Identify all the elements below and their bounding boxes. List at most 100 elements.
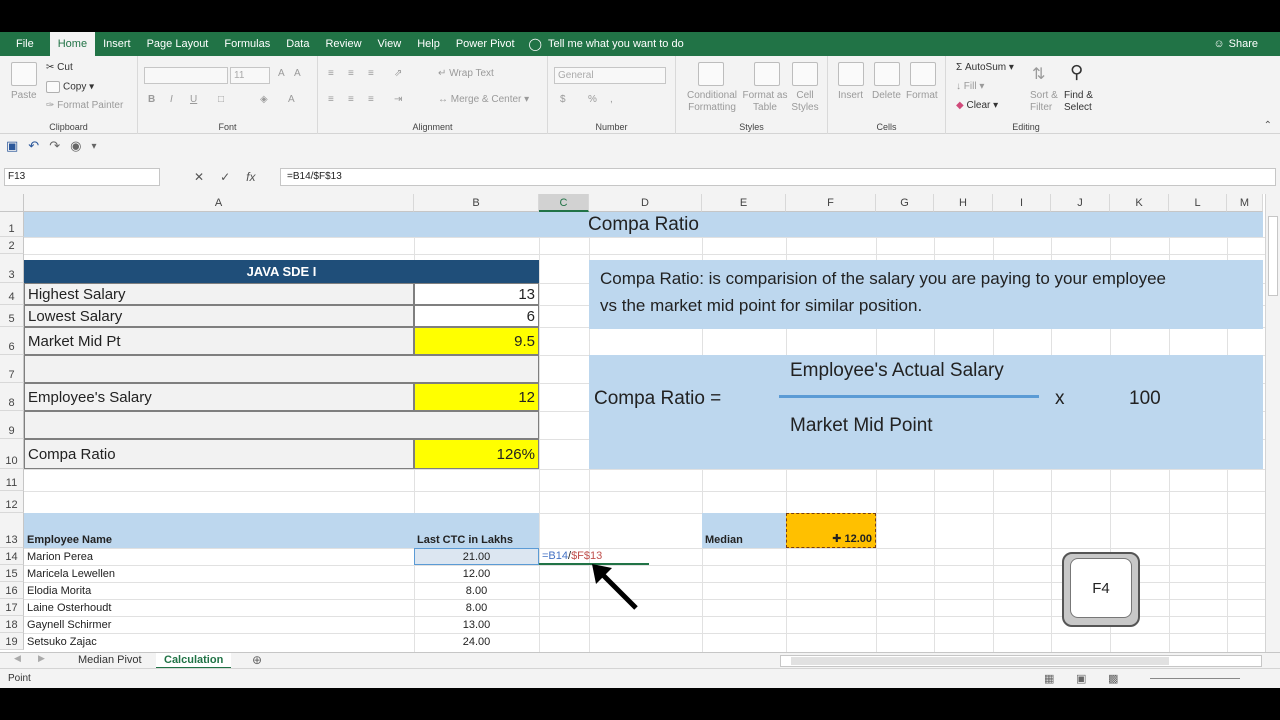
bold-button[interactable]: B: [148, 94, 155, 105]
conditional-formatting-button[interactable]: Conditional Formatting: [680, 90, 744, 114]
tab-file[interactable]: File: [0, 32, 50, 56]
orientation-icon[interactable]: ⇗: [394, 68, 402, 79]
copy-button[interactable]: Copy ▾: [46, 81, 94, 93]
next-sheet-icon[interactable]: ▶: [38, 653, 45, 664]
employee-ctc-6[interactable]: 24.00: [414, 633, 539, 650]
enter-icon[interactable]: ✓: [220, 170, 230, 184]
row-header-12[interactable]: 12: [0, 491, 24, 513]
tab-review[interactable]: Review: [317, 32, 369, 56]
median-value-cell[interactable]: ✚ 12.00: [786, 513, 876, 548]
number-format-combo[interactable]: General: [554, 67, 666, 84]
align-center-icon[interactable]: ≡: [348, 94, 354, 105]
percent-button[interactable]: %: [588, 94, 597, 105]
row-header-5[interactable]: 5: [0, 305, 24, 327]
italic-button[interactable]: I: [170, 94, 173, 105]
column-header-f[interactable]: F: [786, 194, 876, 212]
merge-center-button[interactable]: ↔ Merge & Center ▾: [438, 94, 529, 105]
column-header-l[interactable]: L: [1169, 194, 1227, 212]
employee-ctc-5[interactable]: 13.00: [414, 616, 539, 633]
column-header-c[interactable]: C: [539, 194, 589, 212]
fx-icon[interactable]: fx: [246, 170, 255, 184]
tell-me-box[interactable]: ◯ Tell me what you want to do: [529, 37, 684, 51]
column-header-j[interactable]: J: [1051, 194, 1110, 212]
insert-cells-button[interactable]: Insert: [838, 90, 863, 101]
underline-button[interactable]: U: [190, 94, 197, 105]
camera-icon[interactable]: ◉: [70, 138, 81, 154]
h-scroll-thumb[interactable]: [791, 657, 1169, 665]
column-header-b[interactable]: B: [414, 194, 539, 212]
delete-cells-button[interactable]: Delete: [872, 90, 901, 101]
formula-input[interactable]: =B14/$F$13: [280, 168, 1276, 186]
row-header-9[interactable]: 9: [0, 411, 24, 439]
name-box[interactable]: F13: [4, 168, 160, 186]
value-compa-ratio[interactable]: 126%: [414, 439, 539, 469]
shrink-font-button[interactable]: A: [294, 68, 301, 79]
currency-button[interactable]: $: [560, 94, 566, 105]
row-header-17[interactable]: 17: [0, 599, 24, 616]
tab-insert[interactable]: Insert: [95, 32, 139, 56]
tab-page-layout[interactable]: Page Layout: [139, 32, 217, 56]
align-middle-icon[interactable]: ≡: [348, 68, 354, 79]
customize-qat-icon[interactable]: ▾: [91, 141, 96, 152]
cell-styles-button[interactable]: Cell Styles: [788, 90, 822, 114]
borders-icon[interactable]: □: [218, 94, 224, 105]
value-lowest-salary[interactable]: 6: [414, 305, 539, 327]
employee-ctc-1[interactable]: 21.00: [414, 548, 539, 565]
align-left-icon[interactable]: ≡: [328, 94, 334, 105]
column-header-i[interactable]: I: [993, 194, 1051, 212]
value-employee-salary[interactable]: 12: [414, 383, 539, 411]
align-right-icon[interactable]: ≡: [368, 94, 374, 105]
zoom-slider[interactable]: [1150, 678, 1240, 679]
vertical-scrollbar[interactable]: [1265, 194, 1280, 652]
indent-icon[interactable]: ⇥: [394, 94, 402, 105]
tab-power-pivot[interactable]: Power Pivot: [448, 32, 523, 56]
column-header-d[interactable]: D: [589, 194, 702, 212]
save-icon[interactable]: ▣: [6, 138, 18, 154]
tab-data[interactable]: Data: [278, 32, 317, 56]
paste-button[interactable]: Paste: [11, 90, 37, 101]
scroll-thumb[interactable]: [1268, 216, 1278, 296]
prev-sheet-icon[interactable]: ◀: [14, 653, 21, 664]
tab-help[interactable]: Help: [409, 32, 448, 56]
row-header-11[interactable]: 11: [0, 469, 24, 491]
row-header-10[interactable]: 10: [0, 439, 24, 469]
cut-button[interactable]: ✂ Cut: [46, 62, 73, 73]
format-cells-button[interactable]: Format: [906, 90, 938, 101]
row-header-4[interactable]: 4: [0, 283, 24, 305]
normal-view-icon[interactable]: ▦: [1044, 672, 1054, 685]
align-bottom-icon[interactable]: ≡: [368, 68, 374, 79]
column-header-g[interactable]: G: [876, 194, 934, 212]
autosum-button[interactable]: Σ AutoSum ▾: [956, 62, 1014, 73]
fill-button[interactable]: ↓ Fill ▾: [956, 81, 984, 92]
value-highest-salary[interactable]: 13: [414, 283, 539, 305]
row-header-2[interactable]: 2: [0, 237, 24, 254]
font-color-icon[interactable]: A: [288, 94, 295, 105]
row-header-1[interactable]: 1: [0, 212, 24, 237]
column-header-a[interactable]: A: [24, 194, 414, 212]
column-header-m[interactable]: M: [1227, 194, 1263, 212]
sort-filter-button[interactable]: Sort & Filter: [1030, 90, 1060, 114]
tab-view[interactable]: View: [370, 32, 410, 56]
row-header-13[interactable]: 13: [0, 513, 24, 548]
employee-ctc-3[interactable]: 8.00: [414, 582, 539, 599]
add-sheet-icon[interactable]: ⊕: [252, 653, 262, 667]
employee-ctc-2[interactable]: 12.00: [414, 565, 539, 582]
row-header-6[interactable]: 6: [0, 327, 24, 355]
page-layout-view-icon[interactable]: ▣: [1076, 672, 1086, 685]
clear-button[interactable]: ◆ Clear ▾: [956, 100, 998, 111]
grow-font-button[interactable]: A: [278, 68, 285, 79]
employee-ctc-4[interactable]: 8.00: [414, 599, 539, 616]
collapse-ribbon-icon[interactable]: ⌃: [1264, 120, 1272, 131]
column-header-h[interactable]: H: [934, 194, 993, 212]
column-header-e[interactable]: E: [702, 194, 786, 212]
format-as-table-button[interactable]: Format as Table: [740, 90, 790, 114]
find-select-button[interactable]: Find & Select: [1064, 90, 1102, 114]
format-painter-button[interactable]: ✑ Format Painter: [46, 100, 123, 111]
row-header-8[interactable]: 8: [0, 383, 24, 411]
comma-button[interactable]: ,: [610, 94, 613, 105]
horizontal-scrollbar[interactable]: [780, 655, 1262, 667]
value-market-mid[interactable]: 9.5: [414, 327, 539, 355]
page-break-view-icon[interactable]: ▩: [1108, 672, 1118, 685]
row-header-14[interactable]: 14: [0, 548, 24, 565]
sheet-tab-calculation[interactable]: Calculation: [156, 653, 232, 669]
